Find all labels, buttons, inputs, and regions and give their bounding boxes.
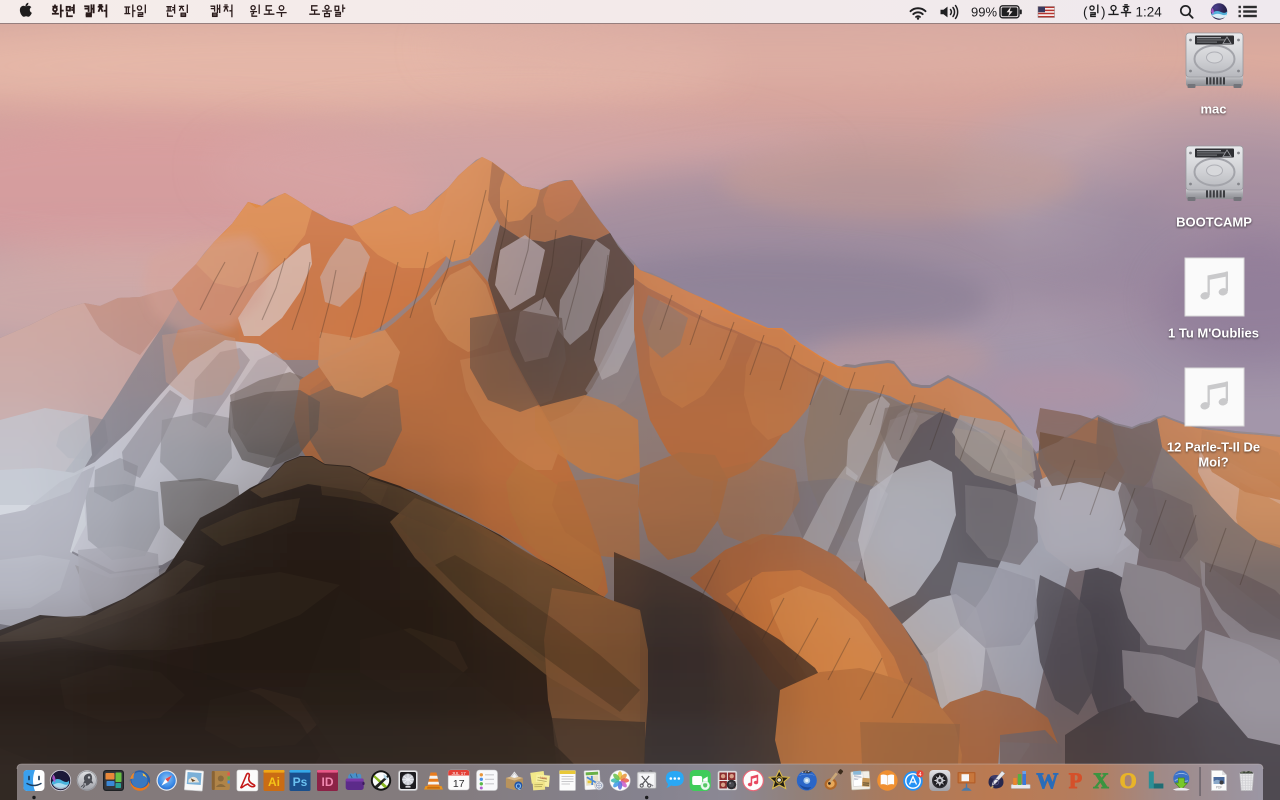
- svg-text:(: (: [1083, 5, 1088, 20]
- svg-text:Moi?: Moi?: [1198, 455, 1228, 470]
- svg-text:X: X: [1093, 768, 1109, 793]
- svg-text:O: O: [1120, 768, 1137, 793]
- svg-text:1:24: 1:24: [1136, 5, 1163, 20]
- svg-text:P: P: [1069, 768, 1082, 793]
- svg-text:Ps: Ps: [293, 775, 308, 789]
- svg-text:ID: ID: [322, 775, 334, 789]
- svg-text:Note: Note: [540, 776, 547, 781]
- svg-text:Ai: Ai: [268, 775, 280, 789]
- svg-text:W: W: [1036, 768, 1058, 793]
- svg-text:1 Tu M'Oublies: 1 Tu M'Oublies: [1168, 326, 1259, 341]
- svg-text:99%: 99%: [971, 5, 997, 20]
- svg-text:mac: mac: [1200, 102, 1226, 117]
- svg-text:BOOTCAMP: BOOTCAMP: [1176, 215, 1252, 230]
- svg-text:): ): [1101, 5, 1106, 20]
- svg-text:17: 17: [453, 778, 465, 790]
- svg-text:JUL 17: JUL 17: [452, 771, 467, 776]
- svg-text:Q: Q: [515, 781, 521, 790]
- svg-text:4: 4: [918, 772, 921, 778]
- svg-text:12 Parle-T-Il De: 12 Parle-T-Il De: [1167, 440, 1260, 455]
- svg-text:PDF: PDF: [1216, 786, 1222, 790]
